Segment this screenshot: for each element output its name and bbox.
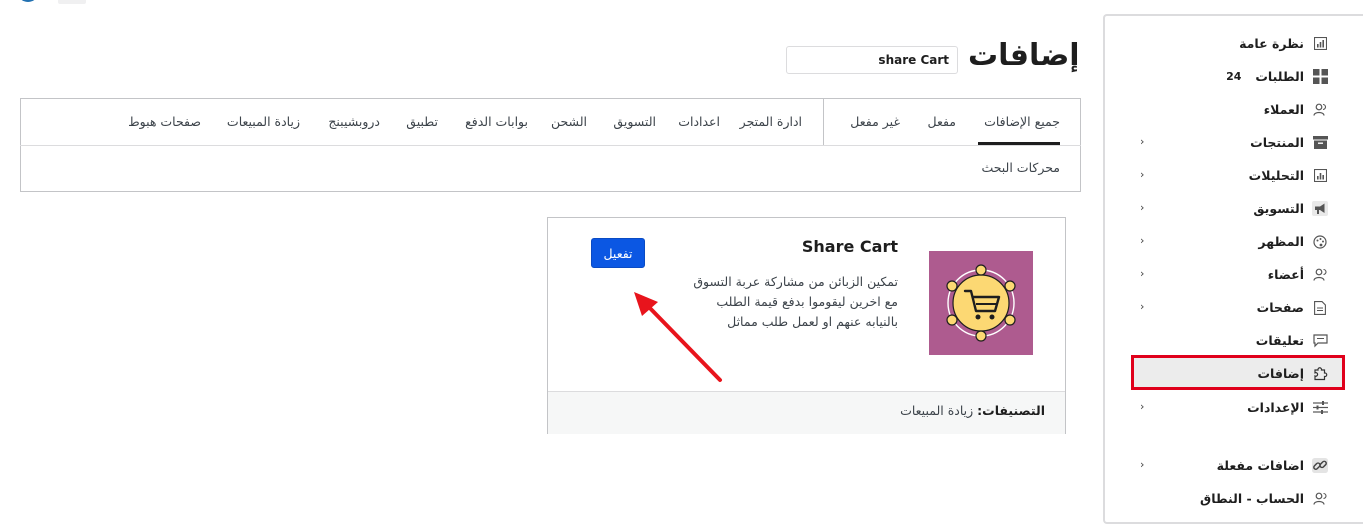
- sidebar-item-appearance[interactable]: المظهر ‹: [1128, 225, 1348, 258]
- members-icon: [1312, 267, 1328, 283]
- sidebar-item-account-domain[interactable]: الحساب - النطاق: [1128, 482, 1348, 515]
- sidebar-item-orders[interactable]: الطلبات 24: [1128, 60, 1348, 93]
- tab-shipping[interactable]: الشحن: [551, 114, 587, 129]
- analytics-icon: [1312, 168, 1328, 184]
- sidebar-item-label: العملاء: [1263, 102, 1304, 117]
- puzzle-icon: [1312, 366, 1328, 382]
- tab-apps[interactable]: تطبيق: [406, 114, 438, 129]
- tab-search-engines[interactable]: محركات البحث: [981, 160, 1060, 175]
- tab-inactive[interactable]: غير مفعل: [850, 114, 900, 129]
- chevron-left-icon: ‹: [1140, 201, 1145, 214]
- top-left-avatar[interactable]: [17, 0, 39, 2]
- active-tab-indicator: [978, 142, 1060, 145]
- users-icon: [1312, 102, 1328, 118]
- tab-payment-gateways[interactable]: بوابات الدفع: [465, 114, 528, 129]
- shopping-cart-share-icon: [946, 264, 1016, 342]
- orders-grid-icon: [1312, 69, 1328, 85]
- chevron-left-icon: ‹: [1140, 267, 1145, 280]
- sidebar-item-plugins[interactable]: إضافات: [1128, 357, 1348, 390]
- megaphone-icon: [1312, 201, 1328, 217]
- sidebar-item-settings[interactable]: الإعدادات ‹: [1128, 391, 1348, 424]
- sidebar-item-label: الإعدادات: [1247, 400, 1304, 415]
- sliders-icon: [1312, 400, 1328, 416]
- palette-icon: [1312, 234, 1328, 250]
- sidebar-item-pages[interactable]: صفحات ‹: [1128, 291, 1348, 324]
- plugin-categories: التصنيفات: زيادة المبيعات: [700, 403, 1045, 418]
- sidebar-item-marketing[interactable]: التسويق ‹: [1128, 192, 1348, 225]
- chevron-left-icon: ‹: [1140, 458, 1145, 471]
- sidebar-item-active-plugins[interactable]: اضافات مفعلة ‹: [1128, 449, 1348, 482]
- sidebar-item-comments[interactable]: تعليقات: [1128, 324, 1348, 357]
- sidebar-item-customers[interactable]: العملاء: [1128, 93, 1348, 126]
- link-icon: [1312, 457, 1328, 474]
- sidebar-item-label: الحساب - النطاق: [1200, 491, 1304, 506]
- tabs-divider: [20, 145, 1081, 146]
- sidebar-item-overview[interactable]: نظرة عامة: [1128, 27, 1348, 60]
- tab-store-management[interactable]: ادارة المتجر: [740, 114, 802, 129]
- tab-marketing[interactable]: التسويق: [613, 114, 656, 129]
- plugin-title: Share Cart: [801, 237, 898, 256]
- sidebar-item-label: التحليلات: [1248, 168, 1304, 183]
- chevron-left-icon: ‹: [1140, 168, 1145, 181]
- page-title: إضافات: [968, 38, 1080, 73]
- tab-active[interactable]: مفعل: [927, 114, 956, 129]
- comments-icon: [1312, 333, 1328, 349]
- tab-settings[interactable]: اعدادات: [678, 114, 720, 129]
- sidebar-item-label: المنتجات: [1250, 135, 1304, 150]
- top-left-button[interactable]: [58, 0, 86, 4]
- sidebar-item-members[interactable]: أعضاء ‹: [1128, 258, 1348, 291]
- tab-landing-pages[interactable]: صفحات هبوط: [128, 114, 201, 129]
- sidebar-item-products[interactable]: المنتجات ‹: [1128, 126, 1348, 159]
- plugin-thumbnail: [929, 251, 1033, 355]
- tab-increase-sales[interactable]: زيادة المبيعات: [227, 114, 300, 129]
- sidebar-item-label: التسويق: [1253, 201, 1304, 216]
- sidebar-item-analytics[interactable]: التحليلات ‹: [1128, 159, 1348, 192]
- categories-value[interactable]: زيادة المبيعات: [900, 403, 973, 418]
- sidebar-item-label: نظرة عامة: [1239, 36, 1304, 51]
- categories-label: التصنيفات:: [977, 403, 1045, 418]
- annotation-arrow-icon: [634, 292, 722, 382]
- sidebar-item-label: الطلبات: [1255, 69, 1304, 84]
- sidebar-item-label: تعليقات: [1255, 333, 1304, 348]
- sidebar-item-label: اضافات مفعلة: [1216, 458, 1304, 473]
- sidebar-item-label: إضافات: [1257, 366, 1305, 381]
- orders-count-badge: 24: [1226, 70, 1242, 83]
- box-icon: [1312, 135, 1328, 151]
- page-icon: [1312, 300, 1328, 316]
- sidebar-item-label: المظهر: [1258, 234, 1304, 249]
- search-input[interactable]: share Cart: [786, 46, 958, 74]
- account-icon: [1312, 491, 1328, 507]
- sidebar-item-label: أعضاء: [1267, 267, 1304, 282]
- tab-all-plugins[interactable]: جميع الإضافات: [984, 114, 1060, 129]
- chevron-left-icon: ‹: [1140, 234, 1145, 247]
- sidebar-item-label: صفحات: [1256, 300, 1304, 315]
- chart-icon: [1312, 36, 1328, 52]
- chevron-left-icon: ‹: [1140, 300, 1145, 313]
- chevron-left-icon: ‹: [1140, 135, 1145, 148]
- tab-dropshipping[interactable]: دروبشيبنج: [328, 114, 380, 129]
- tabs-separator: [823, 99, 824, 145]
- chevron-left-icon: ‹: [1140, 400, 1145, 413]
- activate-button[interactable]: تفعيل: [591, 238, 645, 268]
